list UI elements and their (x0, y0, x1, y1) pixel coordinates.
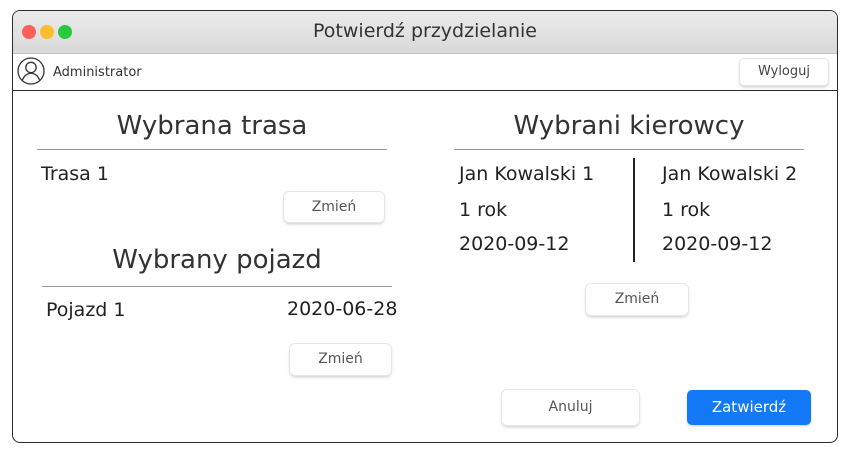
window-title: Potwierdź przydzielanie (313, 20, 537, 42)
change-drivers-button[interactable]: Zmień (586, 284, 688, 315)
driver-1-experience: 1 rok (459, 199, 508, 221)
confirm-button[interactable]: Zatwierdź (687, 390, 811, 425)
driver-2-name: Jan Kowalski 2 (662, 163, 798, 185)
drivers-divider (454, 149, 804, 150)
cancel-button[interactable]: Anuluj (502, 390, 639, 425)
drivers-heading: Wybrani kierowcy (513, 111, 745, 141)
driver-1-date: 2020-09-12 (459, 233, 570, 255)
change-vehicle-button[interactable]: Zmień (290, 344, 391, 375)
logout-button[interactable]: Wyloguj (740, 59, 828, 85)
user-avatar-icon (17, 57, 45, 85)
driver-2-date: 2020-09-12 (662, 233, 773, 255)
confirm-assignment-window: Potwierdź przydzielanie Administrator Wy… (12, 10, 838, 443)
vehicle-name: Pojazd 1 (46, 299, 126, 321)
route-name: Trasa 1 (41, 163, 109, 185)
route-heading: Wybrana trasa (116, 111, 308, 141)
change-route-button[interactable]: Zmień (284, 192, 384, 222)
vehicle-heading: Wybrany pojazd (112, 245, 322, 275)
route-divider (37, 149, 387, 150)
username-label: Administrator (53, 65, 142, 80)
vehicle-divider (42, 286, 392, 287)
user-bar: Administrator Wyloguj (13, 54, 837, 91)
driver-2-experience: 1 rok (662, 199, 711, 221)
title-bar: Potwierdź przydzielanie (13, 11, 837, 54)
driver-1-name: Jan Kowalski 1 (459, 163, 595, 185)
drivers-column-separator (633, 158, 635, 262)
vehicle-date: 2020-06-28 (287, 298, 398, 320)
